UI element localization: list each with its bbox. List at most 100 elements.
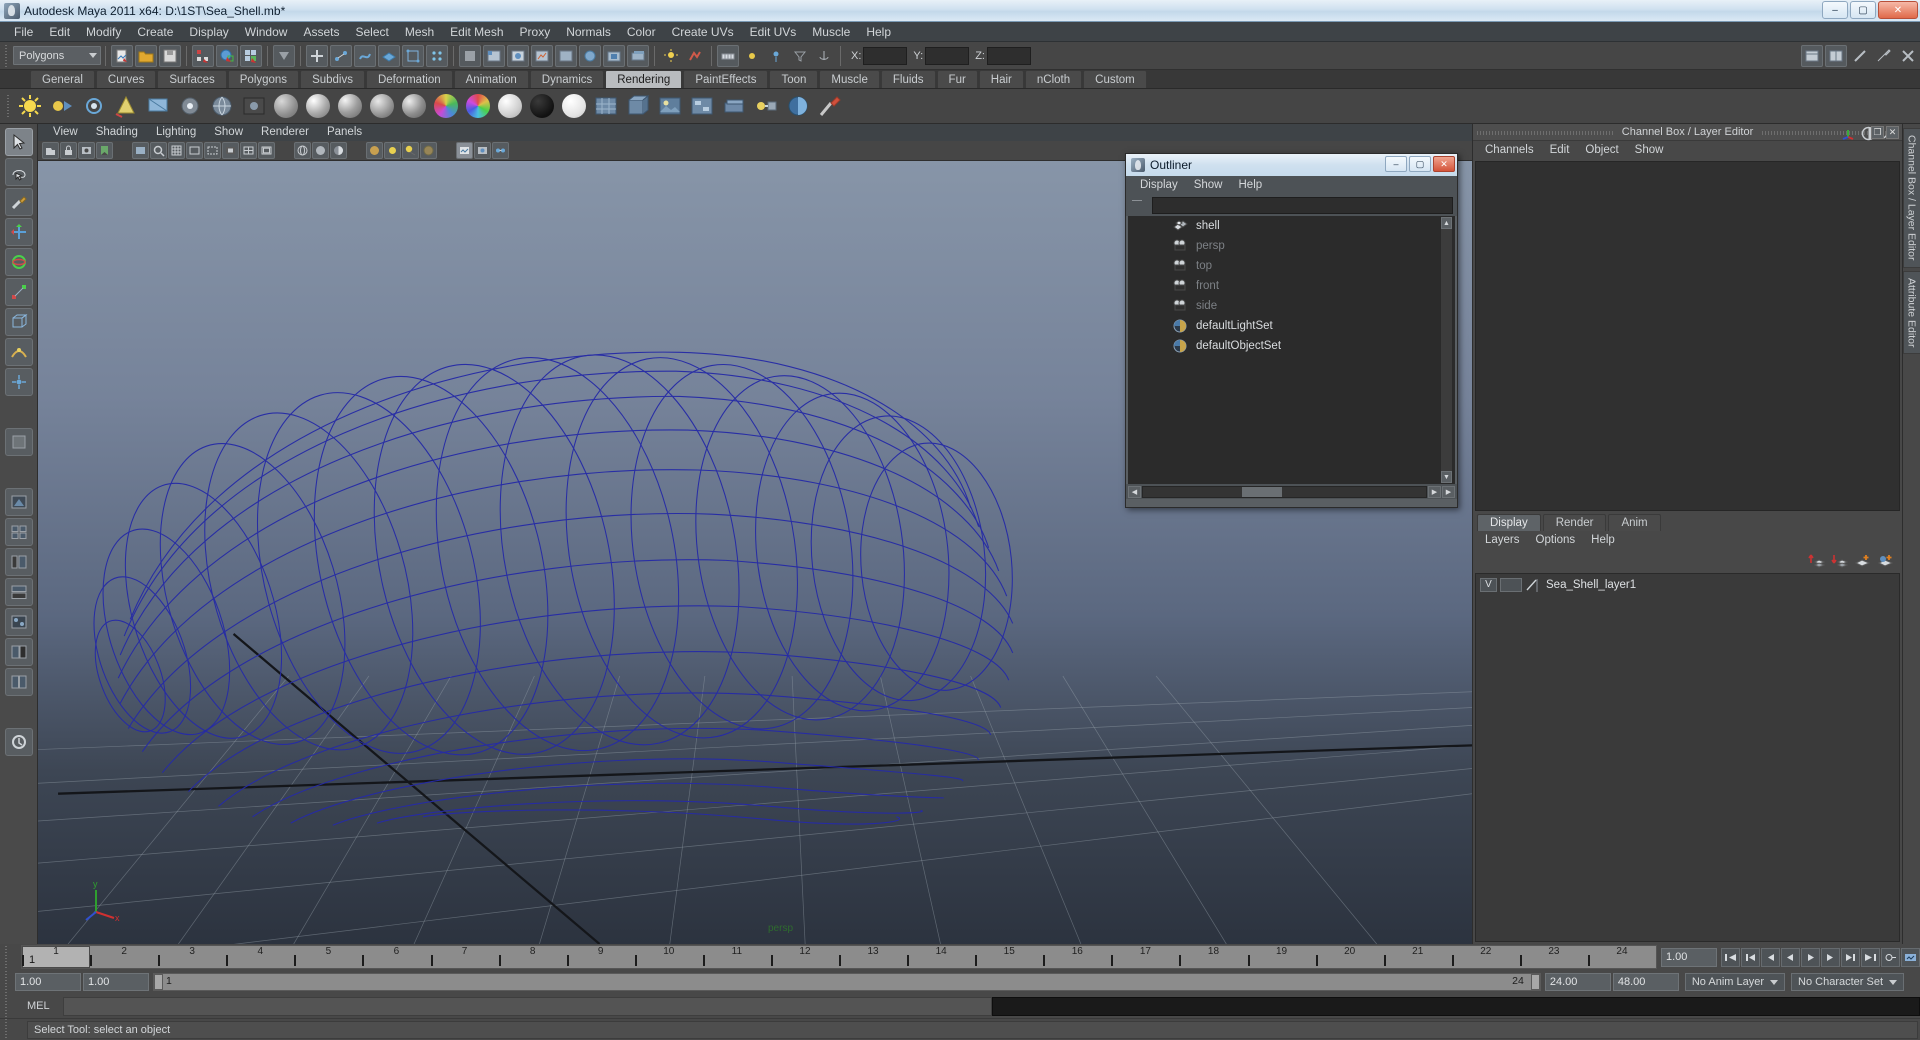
select-mask-icon[interactable]	[273, 44, 295, 67]
menu-normals[interactable]: Normals	[558, 22, 619, 42]
anim-layer-dropdown[interactable]: No Anim Layer	[1684, 973, 1786, 991]
dock-close-button[interactable]: ✕	[1886, 126, 1899, 139]
lambert-material-icon[interactable]	[271, 91, 301, 121]
outliner-window[interactable]: Outliner – ▢ ✕ Display Show Help shell p…	[1125, 153, 1458, 508]
ipr-render-icon[interactable]	[507, 44, 529, 67]
animation-end-field[interactable]: 48.00	[1612, 973, 1679, 991]
shade-textured-icon[interactable]	[366, 142, 383, 159]
ramp-shader-icon[interactable]	[431, 91, 461, 121]
menu-display[interactable]: Display	[181, 22, 236, 42]
channel-box-icon[interactable]	[1841, 126, 1856, 141]
render-layer-icon[interactable]	[719, 91, 749, 121]
play-forwards-icon[interactable]	[1801, 947, 1820, 967]
lock-camera-icon[interactable]	[60, 142, 77, 159]
toolbox-lasso-tool[interactable]	[4, 158, 33, 186]
render-view-icon[interactable]	[239, 91, 269, 121]
outliner-item-top[interactable]: top	[1128, 256, 1455, 276]
step-forward-frame-icon[interactable]	[1821, 947, 1840, 967]
isolate-select-icon[interactable]	[492, 142, 509, 159]
shelf-tab-rendering[interactable]: Rendering	[605, 70, 683, 88]
xray-icon[interactable]	[420, 142, 437, 159]
go-to-end-icon[interactable]	[1861, 947, 1880, 967]
use-background-icon[interactable]	[527, 91, 557, 121]
use-all-lights-icon[interactable]	[384, 142, 401, 159]
menuset-dropdown[interactable]: Polygons	[13, 46, 101, 65]
render-diagnostics-icon[interactable]	[555, 44, 577, 67]
viewport-menu-renderer[interactable]: Renderer	[252, 124, 318, 141]
surface-shader-icon[interactable]	[495, 91, 525, 121]
snap-grid-icon[interactable]	[306, 44, 328, 67]
channelbox-menu-show[interactable]: Show	[1627, 144, 1672, 156]
shelf-grip[interactable]	[6, 95, 12, 117]
outliner-item-defaultlightset[interactable]: defaultLightSet	[1128, 316, 1455, 336]
animation-preferences-icon[interactable]	[1901, 947, 1920, 967]
layer-type-icon[interactable]	[1525, 578, 1539, 592]
render-view-icon[interactable]	[603, 44, 625, 67]
bookmark-icon[interactable]	[96, 142, 113, 159]
channelbox-menu-object[interactable]: Object	[1577, 144, 1626, 156]
area-light-icon[interactable]	[143, 91, 173, 121]
anisotropic-material-icon[interactable]	[399, 91, 429, 121]
layout-two-pane[interactable]	[4, 668, 33, 696]
move-layer-down-icon[interactable]	[1831, 553, 1848, 568]
outliner-search-input[interactable]	[1152, 196, 1453, 214]
layout-three-pane[interactable]	[4, 728, 33, 756]
menu-modify[interactable]: Modify	[78, 22, 129, 42]
menu-assets[interactable]: Assets	[295, 22, 347, 42]
two-d-pan-zoom-icon[interactable]	[150, 142, 167, 159]
snap-view-plane-icon[interactable]	[378, 44, 400, 67]
select-by-object-icon[interactable]	[216, 44, 238, 67]
mental-ray-icon[interactable]	[783, 91, 813, 121]
toolbox-paint-select-tool[interactable]	[4, 188, 33, 216]
shelf-tab-toon[interactable]: Toon	[769, 70, 819, 88]
select-camera-icon[interactable]	[42, 142, 59, 159]
menu-proxy[interactable]: Proxy	[512, 22, 559, 42]
outliner-list[interactable]: shell persp top front side defaultLightS…	[1128, 216, 1455, 484]
step-back-frame-icon[interactable]	[1761, 947, 1780, 967]
scroll-left-button[interactable]: ◀	[1128, 485, 1141, 498]
menu-create-uvs[interactable]: Create UVs	[664, 22, 742, 42]
outliner-close-button[interactable]: ✕	[1433, 156, 1455, 172]
outliner-item-persp[interactable]: persp	[1128, 236, 1455, 256]
layout-single-perspective[interactable]	[4, 488, 33, 516]
field-chart-icon[interactable]	[240, 142, 257, 159]
scroll-up-button[interactable]: ▲	[1441, 217, 1452, 229]
range-bar[interactable]: 1 24	[153, 973, 1541, 991]
env-texture-icon[interactable]	[655, 91, 685, 121]
ipr-icon[interactable]	[474, 142, 491, 159]
scroll-down-button[interactable]: ▼	[1441, 471, 1452, 483]
shelf-tab-custom[interactable]: Custom	[1083, 70, 1147, 88]
command-line-grip[interactable]	[4, 995, 10, 1017]
minimize-button[interactable]: –	[1822, 1, 1848, 19]
node-icon[interactable]	[765, 45, 787, 67]
viewport-menu-panels[interactable]: Panels	[318, 124, 371, 141]
construction-plane-icon[interactable]	[402, 44, 424, 67]
layer-playback-toggle[interactable]	[1500, 577, 1522, 592]
menu-window[interactable]: Window	[237, 22, 296, 42]
tool-light-icon[interactable]	[660, 45, 682, 67]
shelf-tab-ncloth[interactable]: nCloth	[1024, 70, 1083, 88]
layer-name[interactable]: Sea_Shell_layer1	[1546, 579, 1636, 591]
show-hide-attribute-editor-icon[interactable]	[1825, 44, 1847, 67]
viewport-menu-lighting[interactable]: Lighting	[147, 124, 205, 141]
search-filter-icon[interactable]	[1130, 197, 1148, 213]
select-by-component-icon[interactable]	[240, 44, 262, 67]
menu-select[interactable]: Select	[347, 22, 396, 42]
select-by-hierarchy-icon[interactable]	[192, 44, 214, 67]
viewport-menu-show[interactable]: Show	[205, 124, 252, 141]
new-layer-from-selected-icon[interactable]	[1877, 553, 1894, 568]
resolution-gate-icon[interactable]	[204, 142, 221, 159]
layout-persp-outliner[interactable]	[4, 548, 33, 576]
scroll-right-button-2[interactable]: ▶	[1442, 485, 1455, 498]
shelf-tab-muscle[interactable]: Muscle	[819, 70, 880, 88]
menu-edit-mesh[interactable]: Edit Mesh	[442, 22, 511, 42]
outliner-menu-help[interactable]: Help	[1231, 179, 1271, 191]
axis-z-field[interactable]	[986, 46, 1031, 65]
pivot-icon[interactable]	[741, 45, 763, 67]
render-current-frame-icon[interactable]	[483, 44, 505, 67]
channelbox-menu-channels[interactable]: Channels	[1477, 144, 1542, 156]
menu-edit[interactable]: Edit	[41, 22, 78, 42]
channel-box-content[interactable]	[1475, 161, 1900, 511]
utility-node-icon[interactable]	[687, 91, 717, 121]
close-button[interactable]: ✕	[1878, 1, 1918, 19]
